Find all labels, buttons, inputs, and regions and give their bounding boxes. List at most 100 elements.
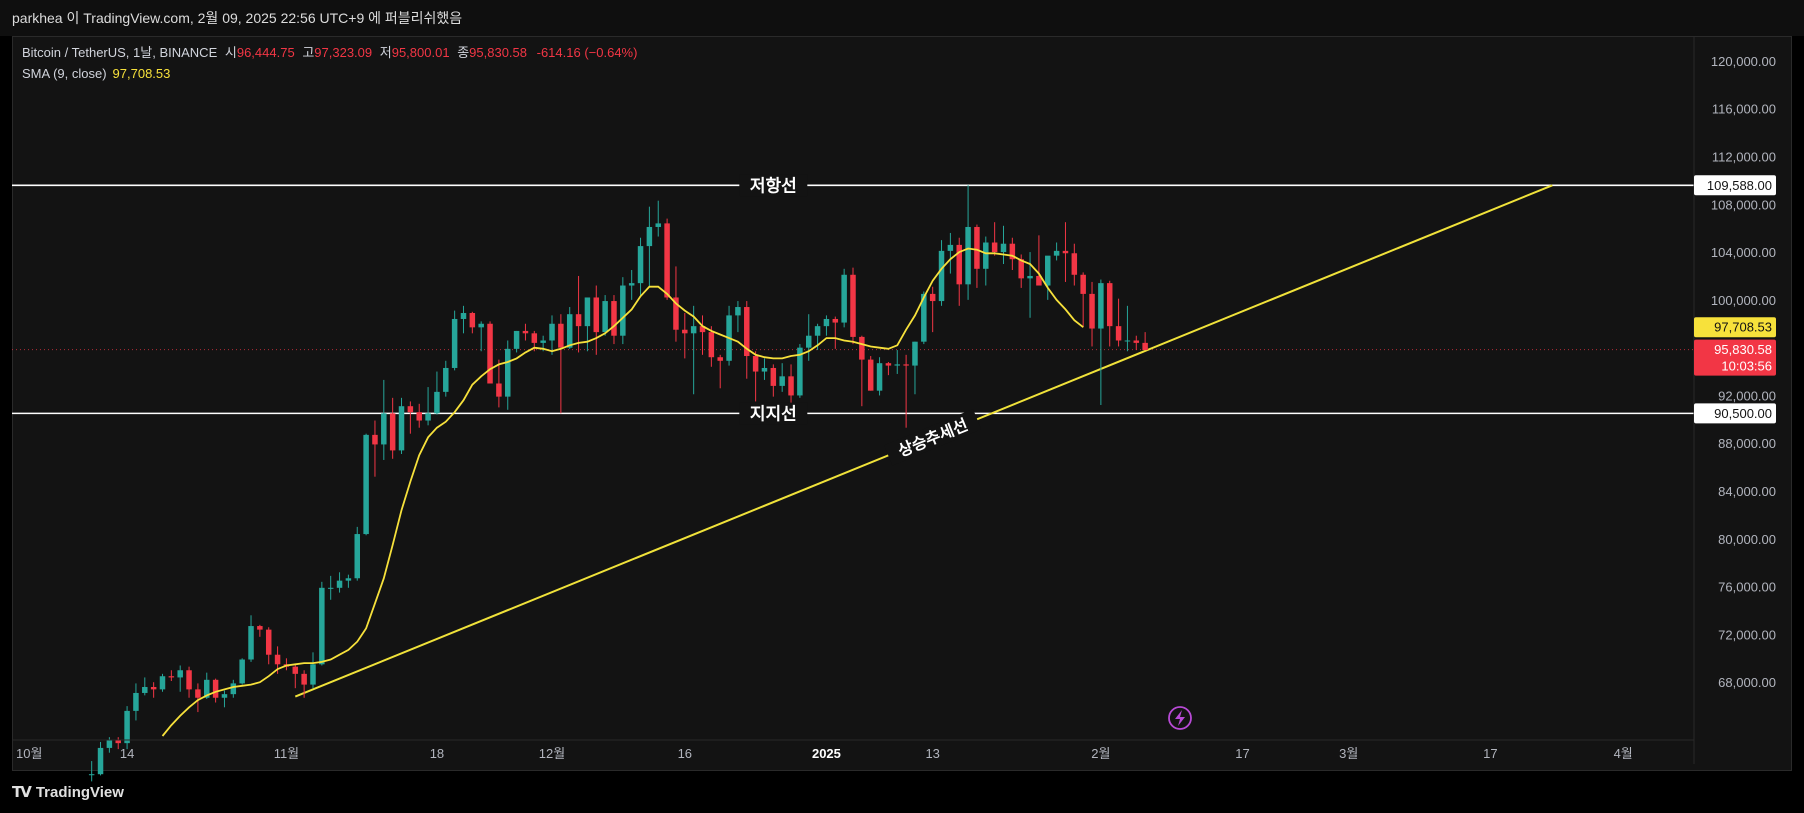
candle-body (186, 670, 192, 690)
lightning-event-bolt (1175, 710, 1185, 726)
candle-body (336, 580, 343, 588)
candle (195, 683, 201, 713)
candle-body (257, 626, 263, 630)
x-tick-label: 17 (1483, 746, 1497, 761)
candle (903, 354, 909, 428)
lightning-event-icon (1168, 706, 1192, 730)
candle-body (841, 274, 847, 323)
candle (735, 301, 741, 333)
candle-body (416, 412, 422, 421)
candle (1133, 335, 1140, 351)
candle-body (602, 301, 608, 333)
candle (761, 358, 768, 380)
candle (956, 237, 962, 306)
candle-body (505, 348, 511, 397)
candle (805, 314, 812, 361)
candle-body (850, 274, 856, 337)
candle-body (230, 683, 237, 695)
candle-body (1080, 274, 1086, 294)
candle (124, 706, 130, 750)
candle (487, 321, 493, 384)
candle-body (265, 629, 272, 655)
candle (850, 267, 856, 345)
candle-body (832, 318, 839, 323)
candle (319, 581, 325, 666)
candle-body (1027, 275, 1033, 279)
candle-body (292, 666, 299, 674)
candle-body (159, 676, 166, 690)
candle (416, 403, 422, 428)
candle-body (310, 664, 316, 685)
candle (1062, 222, 1069, 282)
candle-body (1071, 253, 1078, 275)
x-tick-label: 13 (925, 746, 939, 761)
candle (628, 269, 635, 300)
candle (637, 237, 644, 297)
candle (947, 232, 954, 274)
candle-body (947, 244, 954, 251)
candle (168, 670, 175, 682)
candle-body (823, 318, 830, 327)
x-tick-label: 2월 (1091, 746, 1110, 761)
candle-body (655, 223, 661, 227)
candle-body (425, 413, 431, 421)
candle-body (566, 314, 573, 348)
candle-body (460, 313, 467, 319)
candle (1098, 279, 1104, 406)
x-tick-label: 4월 (1614, 746, 1633, 761)
candle (505, 340, 511, 410)
x-tick-label: 12월 (539, 746, 565, 761)
candle-body (106, 739, 113, 748)
candle (867, 356, 874, 391)
candle-body (372, 434, 378, 445)
candle (133, 683, 139, 721)
candle-body (434, 391, 440, 414)
level-price-tag-text: 109,588.00 (1707, 178, 1772, 193)
candle (797, 344, 803, 398)
candle-body (549, 323, 555, 341)
candle-body (584, 297, 591, 327)
candle (451, 310, 458, 371)
candle-body (133, 692, 139, 711)
candle (983, 236, 989, 286)
candle-body (1089, 293, 1095, 329)
candle-body (620, 285, 626, 336)
candle (832, 316, 839, 349)
candle (336, 572, 343, 593)
candle-body (345, 578, 352, 581)
candle-body (761, 367, 768, 372)
candle-body (239, 659, 245, 684)
candle-body (717, 357, 723, 361)
resistance-label: 저항선 (750, 175, 797, 196)
candle-body (319, 587, 325, 665)
candle (841, 268, 847, 328)
candle-body (443, 367, 449, 392)
candle (354, 526, 360, 581)
candle (558, 314, 564, 414)
candle-body (327, 587, 334, 589)
plot-area: 저항선지지선 상승추세선 (12, 174, 1694, 782)
level-price-tag: 109,588.00 (1694, 175, 1776, 196)
candle (566, 307, 573, 349)
candle (1089, 281, 1095, 347)
candle (283, 658, 290, 671)
candlestick-chart[interactable]: 저항선지지선 상승추세선 68,000.00 72,000.00 76,000.00 80… (0, 0, 1804, 813)
candle-body (389, 413, 396, 451)
candle (1142, 332, 1148, 351)
candle-body (708, 332, 715, 358)
x-tick-label: 3월 (1339, 746, 1358, 761)
candle-body (867, 359, 874, 391)
candle-body (558, 323, 564, 348)
x-tick-label: 17 (1235, 746, 1249, 761)
candle (912, 341, 918, 395)
candle-body (929, 293, 936, 302)
candle (513, 330, 520, 353)
brand-name: TradingView (35, 784, 124, 801)
candle (752, 351, 759, 402)
candle-body (142, 686, 148, 693)
candle-body (124, 710, 130, 744)
candle-body (513, 330, 520, 349)
candle (1045, 255, 1051, 300)
candle (593, 285, 600, 355)
candle (1115, 298, 1122, 347)
